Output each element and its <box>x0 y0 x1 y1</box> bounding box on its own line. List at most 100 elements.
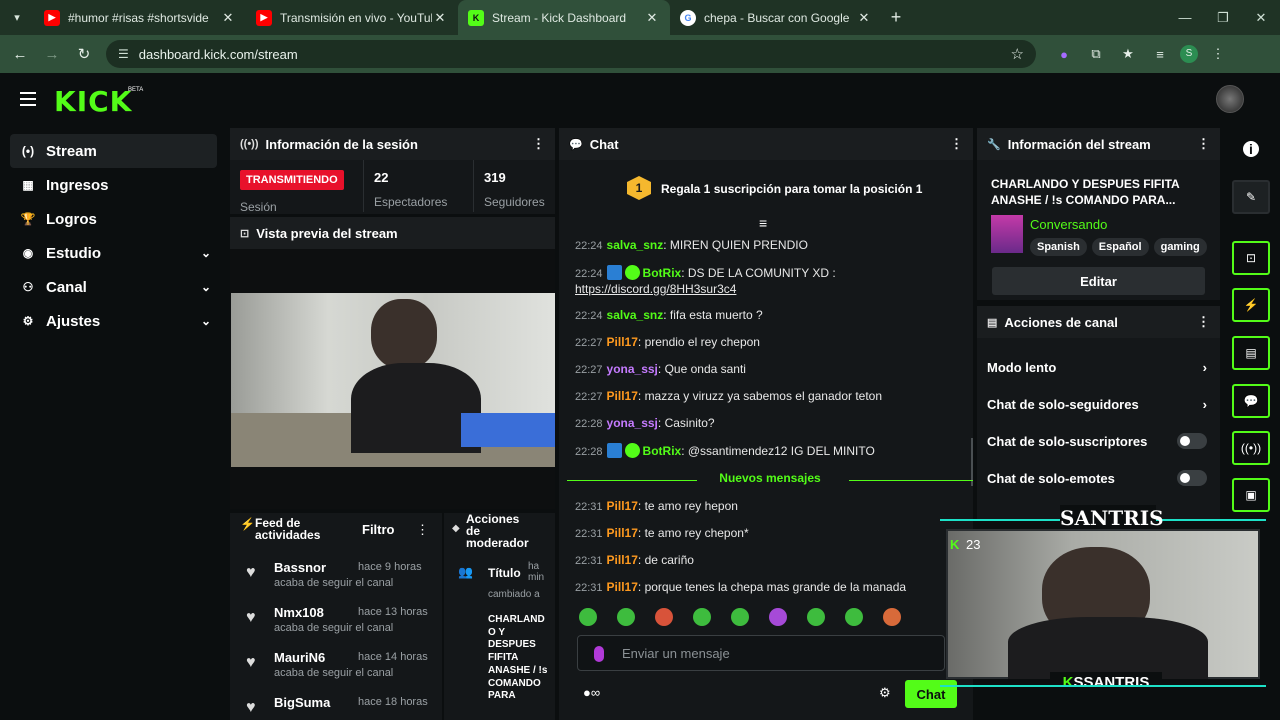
chat-message: 22:24 BotRix: DS DE LA COMUNITY XD : http… <box>575 265 836 296</box>
rail-broadcast-button[interactable]: ((•)) <box>1232 431 1270 465</box>
emote-icon[interactable] <box>693 608 711 626</box>
tag: gaming <box>1153 238 1207 256</box>
more-options-icon[interactable]: ⋮ <box>950 136 963 152</box>
emote-icon[interactable] <box>807 608 825 626</box>
msg-user[interactable]: Pill17 <box>607 526 638 540</box>
emote-icon[interactable] <box>655 608 673 626</box>
puzzle-icon[interactable]: ⧉ <box>1084 46 1108 62</box>
hamburger-menu-icon[interactable] <box>20 92 36 110</box>
microphone-icon[interactable] <box>594 646 604 662</box>
mod-icon: ◆ <box>452 523 460 534</box>
profile-avatar[interactable]: S <box>1180 45 1198 63</box>
msg-user[interactable]: Pill17 <box>607 499 638 513</box>
msg-time: 22:31 <box>575 501 603 513</box>
more-options-icon[interactable]: ⋮ <box>532 136 545 152</box>
user-avatar[interactable] <box>1216 85 1244 113</box>
close-tab-icon[interactable]: ✕ <box>856 10 872 26</box>
sidebar-item-estudio[interactable]: ◉ Estudio ⌄ <box>10 236 217 270</box>
video-object <box>461 413 555 447</box>
more-options-icon[interactable]: ⋮ <box>416 522 429 538</box>
feed-user[interactable]: MauriN6 <box>274 650 325 665</box>
bookmarks-icon[interactable]: ★ <box>1116 46 1140 62</box>
points-icon[interactable]: ●∞ <box>583 685 600 700</box>
address-bar[interactable]: ☰ dashboard.kick.com/stream ☆ <box>106 40 1036 68</box>
minimize-icon[interactable]: — <box>1166 0 1204 35</box>
rail-chat-button[interactable]: 💬 <box>1232 384 1270 418</box>
new-messages-divider[interactable]: Nuevos mensajes <box>567 471 973 491</box>
msg-user[interactable]: yona_ssj <box>607 362 658 376</box>
msg-user[interactable]: salva_snz <box>607 308 664 322</box>
msg-user[interactable]: salva_snz <box>607 238 664 252</box>
site-info-icon[interactable]: ☰ <box>118 47 129 61</box>
action-followers-only[interactable]: Chat de solo-seguidores › <box>987 397 1207 412</box>
menu-icon[interactable]: ⋮ <box>1206 46 1230 62</box>
media-icon[interactable]: ≡ <box>1148 47 1172 62</box>
feed-filter-button[interactable]: Filtro <box>362 522 395 537</box>
emote-icon[interactable] <box>845 608 863 626</box>
close-tab-icon[interactable]: ✕ <box>644 10 660 26</box>
stream-preview-video[interactable] <box>231 293 555 467</box>
sidebar-item-stream[interactable]: (•) Stream <box>10 134 217 168</box>
msg-user[interactable]: BotRix <box>643 444 682 458</box>
browser-tab-4[interactable]: G chepa - Buscar con Google ✕ <box>670 0 882 35</box>
msg-user[interactable]: Pill17 <box>607 389 638 403</box>
msg-link[interactable]: https://discord.gg/8HH3sur3c4 <box>575 282 736 296</box>
more-options-icon[interactable]: ⋮ <box>1197 314 1210 330</box>
emote-icon[interactable] <box>883 608 901 626</box>
rail-notes-button[interactable]: ▤ <box>1232 336 1270 370</box>
forward-icon[interactable]: → <box>36 46 68 63</box>
close-window-icon[interactable]: ✕ <box>1242 0 1280 35</box>
rail-activity-button[interactable]: ⚡ <box>1232 288 1270 322</box>
rail-preview-button[interactable]: ⊡ <box>1232 241 1270 275</box>
chat-scrollbar[interactable] <box>971 438 973 486</box>
pinned-message[interactable]: Regala 1 suscripción para tomar la posic… <box>661 182 922 196</box>
browser-tab-3[interactable]: K Stream - Kick Dashboard ✕ <box>458 0 670 35</box>
expand-pinned-icon[interactable]: ≡ <box>759 215 767 231</box>
msg-user[interactable]: yona_ssj <box>607 416 658 430</box>
heart-icon: ♥ <box>246 654 256 671</box>
action-slow-mode[interactable]: Modo lento › <box>987 360 1207 375</box>
bookmark-star-icon[interactable]: ☆ <box>1011 45 1024 63</box>
sidebar-item-ingresos[interactable]: ▦ Ingresos <box>10 168 217 202</box>
close-tab-icon[interactable]: ✕ <box>432 10 448 26</box>
sidebar-item-logros[interactable]: 🏆 Logros <box>10 202 217 236</box>
chat-message-input[interactable]: Enviar un mensaje <box>577 635 945 671</box>
emotes-only-toggle[interactable] <box>1177 470 1207 486</box>
info-icon[interactable]: i <box>1243 141 1259 157</box>
emote-icon[interactable] <box>617 608 635 626</box>
reload-icon[interactable]: ↻ <box>68 45 100 63</box>
emote-icon[interactable] <box>769 608 787 626</box>
emote-icon[interactable] <box>731 608 749 626</box>
msg-user[interactable]: Pill17 <box>607 580 638 594</box>
feed-user[interactable]: Nmx108 <box>274 605 324 620</box>
extension-icon[interactable]: ● <box>1052 47 1076 62</box>
overlay-viewers: 23 <box>966 537 981 552</box>
preview-icon: ⊡ <box>1245 251 1257 265</box>
sidebar-item-canal[interactable]: ⚇ Canal ⌄ <box>10 270 217 304</box>
feed-user[interactable]: BigSuma <box>274 695 330 710</box>
more-options-icon[interactable]: ⋮ <box>1197 136 1210 152</box>
feed-time: hace 9 horas <box>358 561 422 573</box>
rail-edit-button[interactable]: ✎ <box>1232 180 1270 214</box>
sidebar-item-ajustes[interactable]: ⚙ Ajustes ⌄ <box>10 304 217 338</box>
heart-icon: ♥ <box>246 609 256 626</box>
new-tab-button[interactable]: + <box>882 7 910 28</box>
feed-user[interactable]: Bassnor <box>274 560 326 575</box>
kick-logo[interactable]: KICK <box>54 85 132 118</box>
emote-icon[interactable] <box>579 608 597 626</box>
msg-user[interactable]: Pill17 <box>607 553 638 567</box>
back-icon[interactable]: ← <box>4 46 36 63</box>
chat-input-placeholder: Enviar un mensaje <box>622 645 730 661</box>
chat-settings-icon[interactable]: ⚙ <box>879 685 891 701</box>
tab-search-dropdown[interactable]: ▾ <box>0 0 34 35</box>
browser-tab-2[interactable]: ▶ Transmisión en vivo - YouTube ✕ <box>246 0 458 35</box>
subscribers-only-toggle[interactable] <box>1177 433 1207 449</box>
browser-tab-1[interactable]: ▶ #humor #risas #shortsvide ✕ <box>34 0 246 35</box>
close-tab-icon[interactable]: ✕ <box>220 10 236 26</box>
restore-icon[interactable]: ❐ <box>1204 0 1242 35</box>
feed-time: hace 18 horas <box>358 696 428 708</box>
msg-user[interactable]: Pill17 <box>607 335 638 349</box>
category-name[interactable]: Conversando <box>1030 217 1107 232</box>
msg-user[interactable]: BotRix <box>643 266 682 280</box>
edit-stream-button[interactable]: Editar <box>992 267 1205 295</box>
